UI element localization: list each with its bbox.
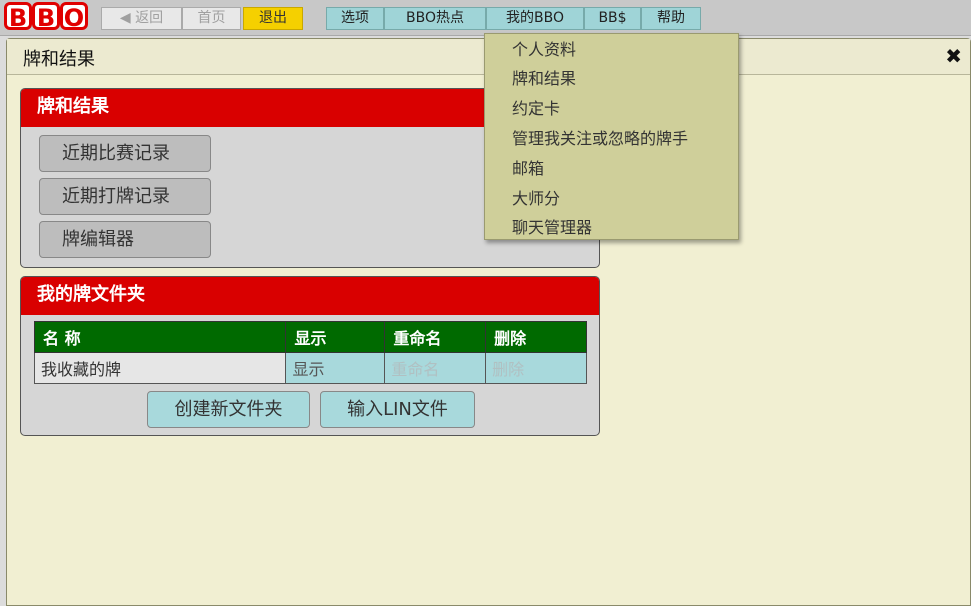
menu-hot[interactable]: BBO热点 [384,7,486,30]
column-header-delete: 删除 [485,321,587,353]
folder-name: 我收藏的牌 [33,352,287,384]
folders-panel-title: 我的牌文件夹 [21,277,599,315]
menu-my-bbo[interactable]: 我的BBO [486,7,584,30]
my-bbo-dropdown: 个人资料 牌和结果 约定卡 管理我关注或忽略的牌手 邮箱 大师分 聊天管理器 [484,33,739,240]
back-button[interactable]: ◀ 返回 [101,7,182,30]
table-header-row: 名 称 显示 重命名 删除 [33,321,587,353]
logout-button[interactable]: 退出 [243,7,303,30]
close-icon[interactable]: ✖ [945,44,962,68]
dropdown-item-masterpoints[interactable]: 大师分 [512,185,560,209]
logo-letter: B [4,2,32,31]
menu-help[interactable]: 帮助 [641,7,701,30]
top-bar: B B O ◀ 返回 首页 退出 选项 BBO热点 我的BBO BB$ 帮助 [0,0,971,36]
table-row: 我收藏的牌 显示 重命名 删除 [33,352,587,384]
dropdown-item-convention-card[interactable]: 约定卡 [512,95,560,119]
folders-panel: 我的牌文件夹 名 称 显示 重命名 删除 我收藏的牌 显示 重命名 删除 创建新… [20,276,600,436]
menu-bb-dollar[interactable]: BB$ [584,7,641,30]
bbo-logo[interactable]: B B O [4,2,88,31]
create-folder-button[interactable]: 创建新文件夹 [147,391,310,428]
dropdown-item-profile[interactable]: 个人资料 [512,36,576,60]
recent-tournaments-button[interactable]: 近期比赛记录 [39,135,211,172]
folders-table: 名 称 显示 重命名 删除 我收藏的牌 显示 重命名 删除 [33,321,587,384]
home-button[interactable]: 首页 [182,7,241,30]
import-lin-button[interactable]: 输入LIN文件 [320,391,475,428]
show-folder-link[interactable]: 显示 [285,352,386,384]
dropdown-item-chat-manager[interactable]: 聊天管理器 [512,214,592,238]
recent-hands-button[interactable]: 近期打牌记录 [39,178,211,215]
column-header-name: 名 称 [33,321,287,353]
dropdown-item-hands-results[interactable]: 牌和结果 [512,65,576,89]
logo-letter: O [60,2,88,31]
menu-options[interactable]: 选项 [326,7,384,30]
delete-folder-link: 删除 [485,352,587,384]
dropdown-item-mailbox[interactable]: 邮箱 [512,155,544,179]
column-header-show: 显示 [285,321,386,353]
hand-editor-button[interactable]: 牌编辑器 [39,221,211,258]
column-header-rename: 重命名 [384,321,487,353]
window-title: 牌和结果 [23,49,95,70]
dropdown-item-manage-players[interactable]: 管理我关注或忽略的牌手 [512,125,688,149]
logo-letter: B [32,2,60,31]
rename-folder-link: 重命名 [384,352,487,384]
